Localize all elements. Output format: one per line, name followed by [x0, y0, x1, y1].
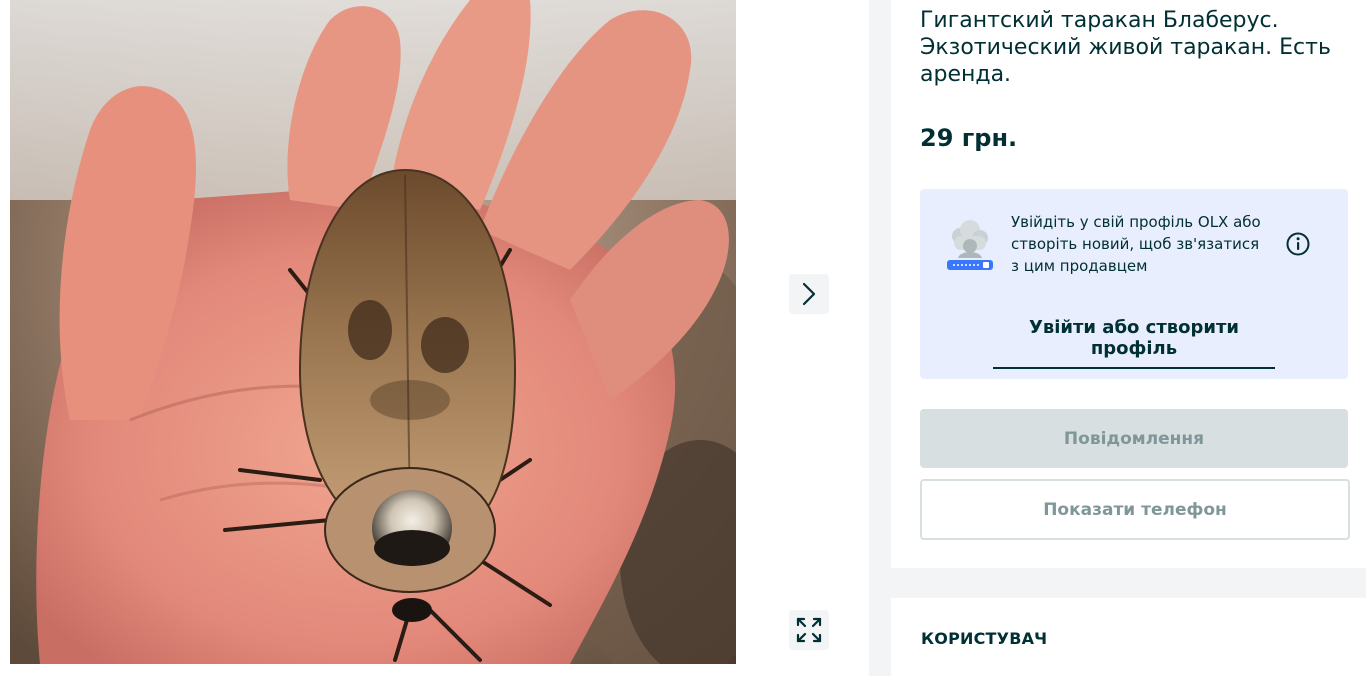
cockroach-photo-image [10, 0, 736, 664]
fullscreen-button[interactable] [789, 610, 829, 650]
seller-heading: КОРИСТУВАЧ [921, 629, 1048, 648]
chevron-right-icon [802, 282, 816, 306]
login-prompt-box: Увійдіть у свій профіль OLX або створіть… [920, 189, 1348, 379]
listing-title: Гигантский таракан Блаберус. Экзотически… [920, 8, 1331, 87]
login-prompt-text: Увійдіть у свій профіль OLX або створіть… [1011, 213, 1261, 275]
info-icon[interactable] [1286, 232, 1310, 256]
photo-gallery [0, 0, 869, 676]
login-or-register-link[interactable]: Увійти або створити профіль [993, 317, 1275, 369]
show-phone-button[interactable]: Показати телефон [920, 479, 1350, 540]
listing-price: 29 грн. [920, 124, 1018, 152]
message-button[interactable]: Повідомлення [920, 409, 1348, 468]
listing-photo[interactable] [10, 0, 736, 664]
profile-cloud-icon [947, 220, 993, 270]
next-photo-button[interactable] [789, 274, 829, 314]
expand-arrows-icon [796, 617, 822, 643]
